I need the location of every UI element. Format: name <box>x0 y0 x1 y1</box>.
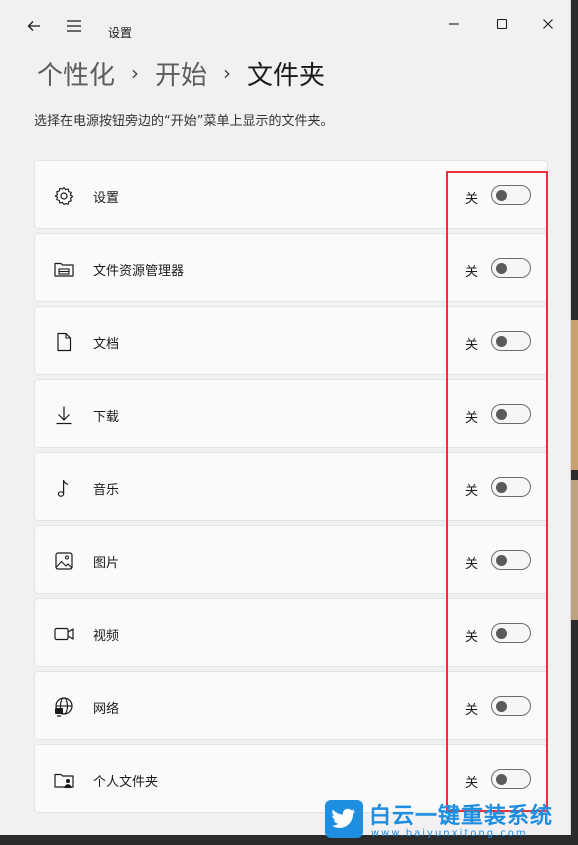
toggle-state-label: 关 <box>465 557 479 572</box>
folder-label: 视频 <box>93 629 120 644</box>
watermark-title: 白云一键重装系统 <box>369 804 554 829</box>
document-icon <box>53 331 75 353</box>
music-icon <box>53 477 75 499</box>
folder-list: 设置 关 文件资源管理器 关 文档 关 下载 关 音乐 关 图片 关 视频 关 … <box>34 160 548 817</box>
picture-icon <box>53 550 75 572</box>
breadcrumb: 个性化 › 开始 › 文件夹 <box>37 55 326 92</box>
pictures-toggle[interactable] <box>491 550 531 570</box>
file-explorer-toggle[interactable] <box>491 258 531 278</box>
toggle-knob <box>496 774 507 785</box>
music-toggle[interactable] <box>491 477 531 497</box>
page-description: 选择在电源按钮旁边的“开始”菜单上显示的文件夹。 <box>34 114 334 129</box>
folder-label: 个人文件夹 <box>93 775 159 790</box>
folder-label: 设置 <box>93 191 120 206</box>
folder-label: 图片 <box>93 556 120 571</box>
toggle-knob <box>496 482 507 493</box>
folder-label: 文档 <box>93 337 120 352</box>
network-icon <box>53 696 75 718</box>
twitter-bird-icon <box>325 800 363 838</box>
watermark: 白云一键重装系统 www.baiyunxitong.com <box>325 798 575 843</box>
watermark-url: www.baiyunxitong.com <box>371 828 528 839</box>
folder-row-file-explorer: 文件资源管理器 关 <box>34 233 548 302</box>
toggle-state-label: 关 <box>465 776 479 791</box>
folder-row-documents: 文档 关 <box>34 306 548 375</box>
close-icon[interactable] <box>530 10 566 38</box>
breadcrumb-start[interactable]: 开始 <box>155 55 207 92</box>
toggle-knob <box>496 555 507 566</box>
personal-folder-toggle[interactable] <box>491 769 531 789</box>
breadcrumb-personalization[interactable]: 个性化 <box>37 55 115 92</box>
settings-window: 设置 个性化 › 开始 › 文件夹 选择在电源按钮旁边的“开始”菜单上显示的文件… <box>0 0 571 835</box>
breadcrumb-separator: › <box>223 61 232 85</box>
folder-label: 网络 <box>93 702 120 717</box>
folder-row-videos: 视频 关 <box>34 598 548 667</box>
page-title: 文件夹 <box>247 60 326 91</box>
toggle-state-label: 关 <box>465 703 479 718</box>
toggle-state-label: 关 <box>465 411 479 426</box>
background-edge <box>571 480 578 620</box>
gear-icon <box>53 185 75 207</box>
toggle-knob <box>496 701 507 712</box>
toggle-knob <box>496 409 507 420</box>
toggle-state-label: 关 <box>465 630 479 645</box>
toggle-knob <box>496 336 507 347</box>
toggle-knob <box>496 190 507 201</box>
minimize-icon[interactable] <box>436 10 472 38</box>
title-bar: 设置 <box>0 0 570 48</box>
toggle-state-label: 关 <box>465 338 479 353</box>
downloads-toggle[interactable] <box>491 404 531 424</box>
settings-toggle[interactable] <box>491 185 531 205</box>
download-icon <box>53 404 75 426</box>
background-edge <box>571 320 578 470</box>
folder-label: 音乐 <box>93 483 120 498</box>
folder-label: 下载 <box>93 410 120 425</box>
breadcrumb-separator: › <box>131 61 140 85</box>
video-icon <box>53 623 75 645</box>
hamburger-menu-icon[interactable] <box>65 17 83 35</box>
toggle-state-label: 关 <box>465 192 479 207</box>
toggle-state-label: 关 <box>465 265 479 280</box>
documents-toggle[interactable] <box>491 331 531 351</box>
folder-row-network: 网络 关 <box>34 671 548 740</box>
folder-label: 文件资源管理器 <box>93 264 185 279</box>
folder-row-settings: 设置 关 <box>34 160 548 229</box>
videos-toggle[interactable] <box>491 623 531 643</box>
maximize-icon[interactable] <box>484 10 520 38</box>
file-explorer-icon <box>53 258 75 280</box>
toggle-knob <box>496 628 507 639</box>
folder-row-downloads: 下载 关 <box>34 379 548 448</box>
back-arrow-icon[interactable] <box>25 17 43 35</box>
toggle-knob <box>496 263 507 274</box>
network-toggle[interactable] <box>491 696 531 716</box>
app-title: 设置 <box>108 26 133 40</box>
folder-row-music: 音乐 关 <box>34 452 548 521</box>
folder-row-pictures: 图片 关 <box>34 525 548 594</box>
toggle-state-label: 关 <box>465 484 479 499</box>
personal-folder-icon <box>53 769 75 791</box>
